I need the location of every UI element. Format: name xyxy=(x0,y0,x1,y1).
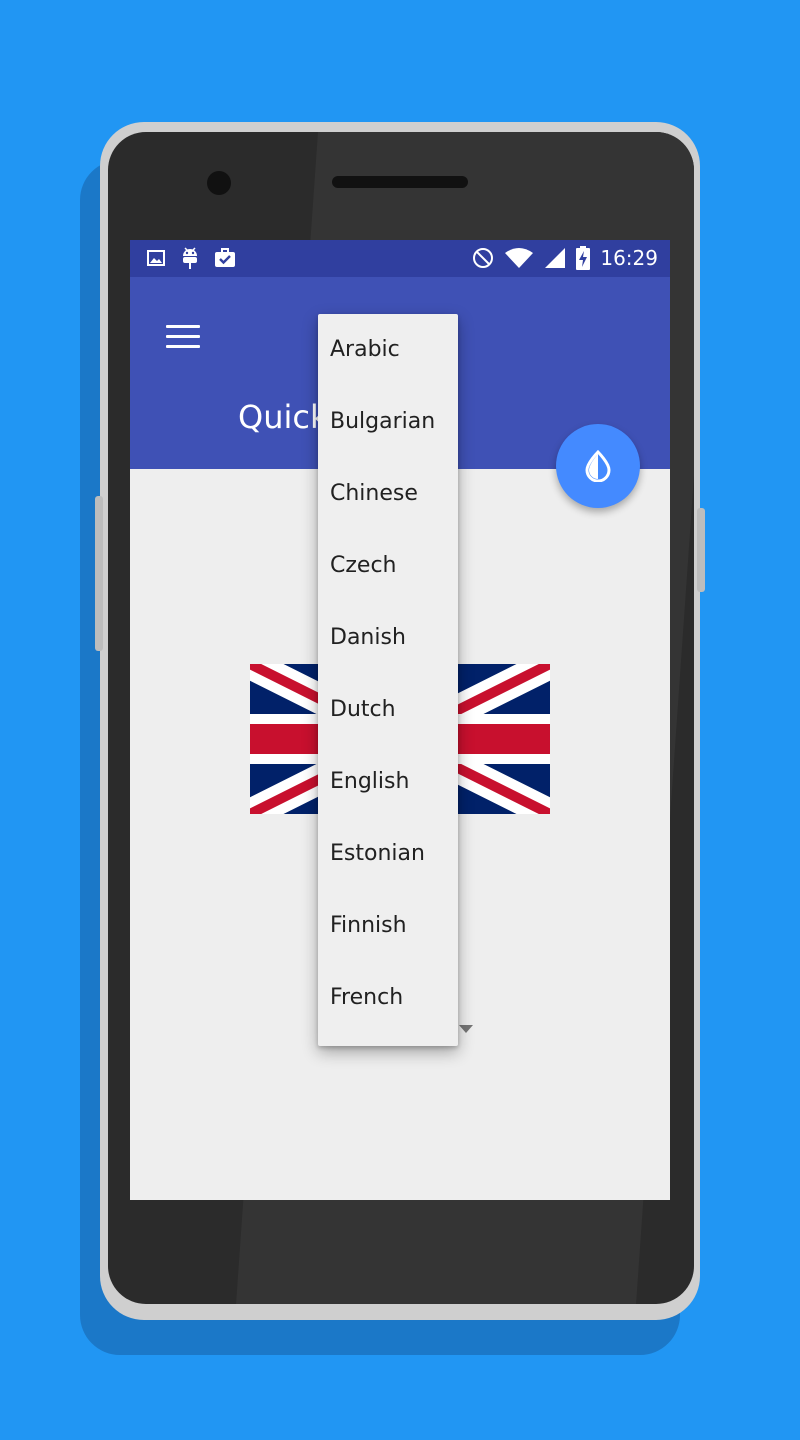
app-title: Quick xyxy=(238,398,329,436)
status-time: 16:29 xyxy=(600,246,658,270)
status-notification-icons xyxy=(146,246,236,270)
signal-icon xyxy=(545,248,566,268)
android-debug-icon xyxy=(183,247,197,269)
dropdown-item-french[interactable]: French xyxy=(318,962,458,1034)
language-dropdown-menu: Arabic Bulgarian Chinese Czech Danish Du… xyxy=(318,314,458,1046)
dropdown-item-estonian[interactable]: Estonian xyxy=(318,818,458,890)
wifi-icon xyxy=(505,248,534,268)
dropdown-item-chinese[interactable]: Chinese xyxy=(318,458,458,530)
status-system-icons: 16:29 xyxy=(472,245,658,271)
front-camera xyxy=(207,171,231,195)
dropdown-item-danish[interactable]: Danish xyxy=(318,602,458,674)
spinner-dropdown-arrow[interactable] xyxy=(459,1025,473,1033)
fab-button[interactable] xyxy=(556,424,640,508)
image-icon xyxy=(147,250,165,266)
hamburger-menu-icon[interactable] xyxy=(166,325,200,349)
status-bar: 16:29 xyxy=(130,240,670,277)
dropdown-item-bulgarian[interactable]: Bulgarian xyxy=(318,386,458,458)
briefcase-check-icon xyxy=(215,248,235,267)
earpiece-speaker xyxy=(332,176,468,188)
dropdown-item-english[interactable]: English xyxy=(318,746,458,818)
dropdown-item-czech[interactable]: Czech xyxy=(318,530,458,602)
side-button-left xyxy=(95,496,103,651)
side-button-right xyxy=(697,508,705,592)
drop-icon xyxy=(585,450,611,482)
dropdown-item-finnish[interactable]: Finnish xyxy=(318,890,458,962)
do-not-disturb-icon xyxy=(473,248,494,268)
battery-charging-icon xyxy=(576,246,591,270)
dropdown-item-arabic[interactable]: Arabic xyxy=(318,314,458,386)
dropdown-item-dutch[interactable]: Dutch xyxy=(318,674,458,746)
phone-screen: 16:29 Quick Arabic Bulgarian Chinese Cze… xyxy=(130,240,670,1200)
